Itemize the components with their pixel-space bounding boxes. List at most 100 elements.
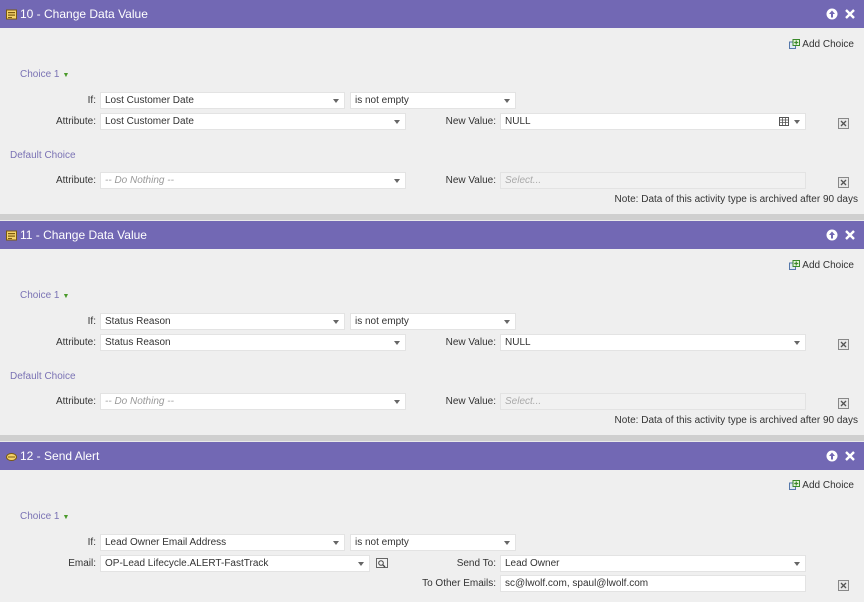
chevron-down-icon (358, 562, 364, 566)
new-value-label: New Value: (445, 337, 496, 348)
close-icon[interactable] (844, 229, 856, 241)
send-to-value: Lead Owner (505, 558, 560, 569)
chevron-down-icon (394, 341, 400, 345)
new-value-text: NULL (505, 116, 531, 127)
choice-toggle[interactable]: Choice 1 ▼ (20, 290, 69, 301)
flow-step-title: 11 - Change Data Value (20, 228, 147, 242)
chevron-down-icon (394, 179, 400, 183)
arrow-up-icon[interactable] (826, 450, 838, 462)
new-value-select[interactable]: NULL (500, 334, 806, 351)
flow-step-icon (6, 230, 17, 241)
add-choice-icon (789, 480, 801, 490)
default-new-value-label: New Value: (445, 175, 496, 186)
archive-note: Note: Data of this activity type is arch… (614, 415, 858, 426)
send-to-select[interactable]: Lead Owner (500, 555, 806, 572)
if-field-value: Status Reason (105, 316, 171, 327)
default-new-value-label: New Value: (445, 396, 496, 407)
attribute-value: Lost Customer Date (105, 116, 194, 127)
if-label: If: (87, 316, 96, 327)
close-icon[interactable] (844, 8, 856, 20)
default-attribute-value: -- Do Nothing -- (105, 396, 174, 407)
chevron-down-icon (504, 541, 510, 545)
flow-step-title: 12 - Send Alert (20, 449, 100, 463)
delete-icon[interactable] (838, 398, 849, 409)
new-value-text: NULL (505, 337, 531, 348)
new-value-input[interactable]: NULL (500, 113, 806, 130)
attribute-label: Attribute: (55, 116, 96, 127)
chevron-down-icon (333, 99, 339, 103)
choice-toggle[interactable]: Choice 1 ▼ (20, 511, 69, 522)
add-choice-icon (789, 39, 801, 49)
delete-icon[interactable] (838, 118, 849, 129)
if-field-select[interactable]: Status Reason (100, 313, 345, 330)
archive-note: Note: Data of this activity type is arch… (614, 194, 858, 205)
chevron-down-icon (794, 341, 800, 345)
email-label: Email: (68, 558, 96, 569)
default-choice-label: Default Choice (10, 150, 76, 161)
chevron-down-icon: ▼ (62, 293, 70, 300)
preview-icon[interactable] (376, 558, 388, 569)
arrow-up-icon[interactable] (826, 8, 838, 20)
other-emails-label: To Other Emails: (422, 578, 496, 589)
operator-value: is not empty (355, 95, 409, 106)
email-value: OP-Lead Lifecycle.ALERT-FastTrack (105, 558, 269, 569)
default-new-value-input[interactable]: Select... (500, 393, 806, 410)
default-new-value-placeholder: Select... (505, 396, 542, 407)
chevron-down-icon (794, 120, 800, 124)
chevron-down-icon (794, 562, 800, 566)
flow-step-header[interactable]: 12 - Send Alert (0, 442, 864, 470)
operator-select[interactable]: is not empty (350, 92, 516, 109)
chevron-down-icon (394, 120, 400, 124)
add-choice-button[interactable]: Add Choice (789, 260, 854, 271)
default-attribute-select[interactable]: -- Do Nothing -- (100, 172, 406, 189)
operator-value: is not empty (355, 537, 409, 548)
delete-icon[interactable] (838, 580, 849, 591)
choice-toggle[interactable]: Choice 1 ▼ (20, 69, 69, 80)
add-choice-button[interactable]: Add Choice (789, 39, 854, 50)
new-value-label: New Value: (445, 116, 496, 127)
if-field-value: Lead Owner Email Address (105, 537, 227, 548)
card-divider (0, 214, 864, 220)
flow-step-header[interactable]: 10 - Change Data Value (0, 0, 864, 28)
alert-icon (6, 453, 17, 461)
flow-step-title: 10 - Change Data Value (20, 7, 148, 21)
attribute-label: Attribute: (55, 337, 96, 348)
operator-value: is not empty (355, 316, 409, 327)
if-field-select[interactable]: Lost Customer Date (100, 92, 345, 109)
close-icon[interactable] (844, 450, 856, 462)
if-field-value: Lost Customer Date (105, 95, 194, 106)
attribute-value: Status Reason (105, 337, 171, 348)
default-attribute-value: -- Do Nothing -- (105, 175, 174, 186)
other-emails-value: sc@lwolf.com, spaul@lwolf.com (505, 578, 649, 589)
chevron-down-icon (504, 99, 510, 103)
flow-step-card-10: 10 - Change Data Value Add Choice Choice… (0, 0, 864, 214)
chevron-down-icon (394, 400, 400, 404)
arrow-up-icon[interactable] (826, 229, 838, 241)
send-to-label: Send To: (456, 558, 496, 569)
other-emails-input[interactable]: sc@lwolf.com, spaul@lwolf.com (500, 575, 806, 592)
attribute-select[interactable]: Lost Customer Date (100, 113, 406, 130)
default-new-value-placeholder: Select... (505, 175, 542, 186)
default-attribute-label: Attribute: (55, 175, 96, 186)
if-label: If: (87, 537, 96, 548)
default-new-value-input[interactable]: Select... (500, 172, 806, 189)
flow-step-card-12: 12 - Send Alert Add Choice Choice 1 ▼ If:… (0, 442, 864, 602)
chevron-down-icon: ▼ (62, 514, 70, 521)
flow-step-card-11: 11 - Change Data Value Add Choice Choice… (0, 221, 864, 435)
email-select[interactable]: OP-Lead Lifecycle.ALERT-FastTrack (100, 555, 370, 572)
default-attribute-select[interactable]: -- Do Nothing -- (100, 393, 406, 410)
delete-icon[interactable] (838, 339, 849, 350)
chevron-down-icon: ▼ (62, 72, 70, 79)
operator-select[interactable]: is not empty (350, 313, 516, 330)
chevron-down-icon (333, 320, 339, 324)
if-field-select[interactable]: Lead Owner Email Address (100, 534, 345, 551)
delete-icon[interactable] (838, 177, 849, 188)
calendar-grid-icon[interactable] (779, 117, 789, 126)
add-choice-button[interactable]: Add Choice (789, 480, 854, 491)
chevron-down-icon (333, 541, 339, 545)
operator-select[interactable]: is not empty (350, 534, 516, 551)
flow-step-header[interactable]: 11 - Change Data Value (0, 221, 864, 249)
attribute-select[interactable]: Status Reason (100, 334, 406, 351)
add-choice-icon (789, 260, 801, 270)
add-choice-label: Add Choice (802, 260, 854, 271)
